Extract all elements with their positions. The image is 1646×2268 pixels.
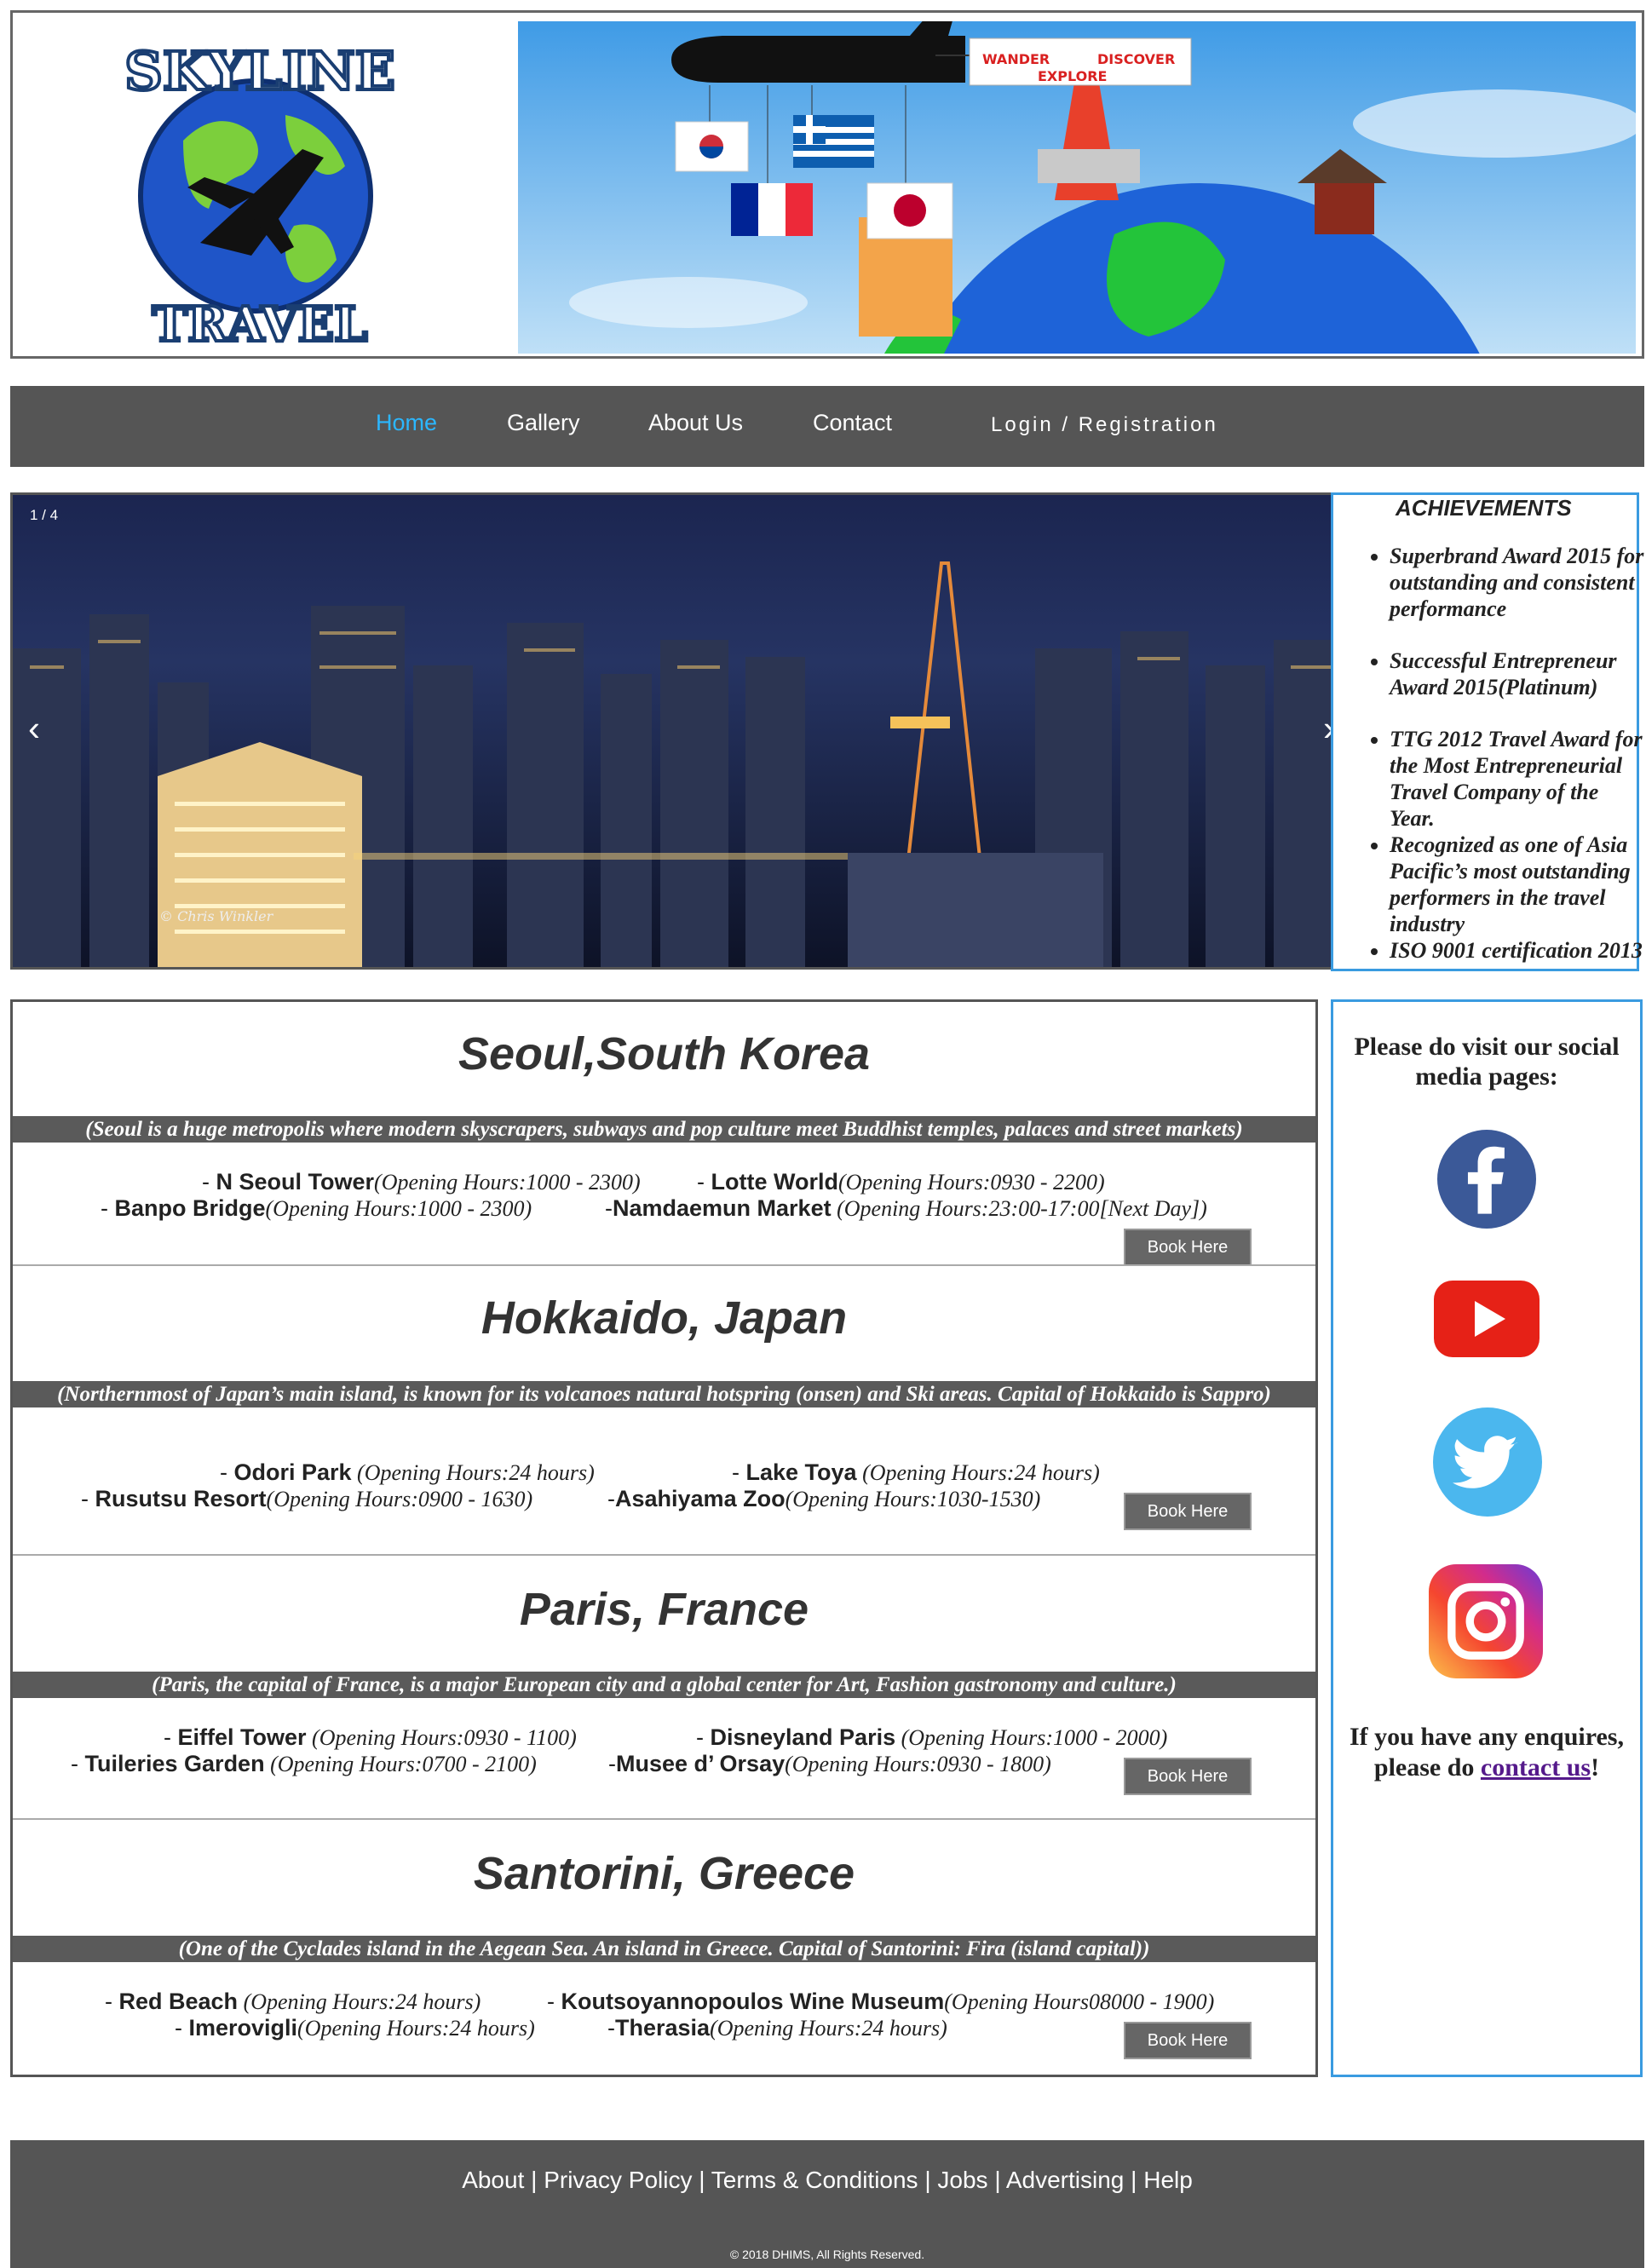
instagram-icon[interactable]	[1429, 1564, 1543, 1678]
footer-link-terms[interactable]: Terms & Conditions	[711, 2167, 918, 2193]
destination-description: (Paris, the capital of France, is a majo…	[13, 1672, 1315, 1698]
image-slider: © Chris Winkler 1 / 4 ‹ ›	[10, 492, 1365, 970]
footer-link-help[interactable]: Help	[1143, 2167, 1193, 2193]
banner-tag-discover: DISCOVER	[1097, 51, 1175, 67]
destinations-panel: Seoul,South Korea (Seoul is a huge metro…	[10, 999, 1318, 2077]
attraction-item: -Musee d’ Orsay(Opening Hours:0930 - 180…	[608, 1751, 1051, 1776]
site-footer: About | Privacy Policy | Terms & Conditi…	[10, 2140, 1644, 2268]
attraction-item: - Red Beach (Opening Hours:24 hours)	[105, 1989, 481, 2014]
book-here-button[interactable]: Book Here	[1124, 1229, 1252, 1266]
footer-links: About | Privacy Policy | Terms & Conditi…	[462, 2167, 1193, 2193]
footer-link-about[interactable]: About	[462, 2167, 524, 2193]
site-header: SKYLINE TRAVEL WANDER DISCOVER EXPLORE	[10, 10, 1644, 359]
nav-gallery[interactable]: Gallery	[507, 410, 580, 436]
social-panel: Please do visit our social media pages: …	[1331, 999, 1643, 2077]
slider-prev-arrow[interactable]: ‹	[28, 708, 40, 749]
nav-contact[interactable]: Contact	[813, 410, 892, 436]
facebook-icon[interactable]	[1437, 1130, 1536, 1229]
photo-credit: © Chris Winkler	[159, 908, 274, 924]
slide-counter: 1 / 4	[30, 507, 59, 523]
attraction-item: -Namdaemun Market (Opening Hours:23:00-1…	[605, 1195, 1207, 1221]
achievement-item: ISO 9001 certification 2013	[1390, 937, 1645, 964]
twitter-icon[interactable]	[1433, 1407, 1542, 1517]
achievements-title: ACHIEVEMENTS	[1396, 495, 1572, 521]
attraction-item: - Imerovigli(Opening Hours:24 hours)	[175, 2015, 535, 2041]
attraction-item: - Koutsoyannopoulos Wine Museum(Opening …	[547, 1989, 1215, 2014]
footer-link-jobs[interactable]: Jobs	[937, 2167, 987, 2193]
destination-title: Hokkaido, Japan	[481, 1292, 848, 1344]
achievements-panel: ACHIEVEMENTS Superbrand Award 2015 for o…	[1331, 492, 1643, 971]
attraction-item: - Tuileries Garden (Opening Hours:0700 -…	[71, 1751, 537, 1776]
destination-description: (Northernmost of Japan’s main island, is…	[13, 1381, 1315, 1407]
enquiry-text: If you have any enquires, please do cont…	[1349, 1723, 1624, 1782]
attraction-item: - Disneyland Paris (Opening Hours:1000 -…	[696, 1724, 1168, 1750]
nav-login-registration[interactable]: Login / Registration	[991, 413, 1218, 437]
logo-text-top: SKYLINE	[124, 40, 395, 102]
destination-description: (One of the Cyclades island in the Aegea…	[13, 1936, 1315, 1962]
footer-link-privacy[interactable]: Privacy Policy	[544, 2167, 692, 2193]
main-nav: Home Gallery About Us Contact Login / Re…	[10, 386, 1644, 467]
destination-title: Paris, France	[519, 1584, 809, 1635]
footer-link-advertising[interactable]: Advertising	[1006, 2167, 1125, 2193]
attraction-item: - Lake Toya (Opening Hours:24 hours)	[732, 1459, 1100, 1485]
attraction-item: - Banpo Bridge(Opening Hours:1000 - 2300…	[101, 1195, 532, 1221]
header-banner: WANDER DISCOVER EXPLORE	[518, 21, 1636, 354]
achievement-item: TTG 2012 Travel Award for the Most Entre…	[1390, 726, 1645, 832]
contact-us-link[interactable]: contact us	[1481, 1753, 1591, 1782]
attraction-item: - Odori Park (Opening Hours:24 hours)	[220, 1459, 595, 1485]
destination-title: Santorini, Greece	[473, 1848, 855, 1899]
attraction-item: - Eiffel Tower (Opening Hours:0930 - 110…	[164, 1724, 577, 1750]
destination-description: (Seoul is a huge metropolis where modern…	[13, 1116, 1315, 1143]
achievements-list: Superbrand Award 2015 for outstanding an…	[1364, 543, 1645, 964]
achievement-item: Recognized as one of Asia Pacific’s most…	[1390, 832, 1645, 937]
banner-tag-wander: WANDER	[982, 51, 1050, 67]
nav-home[interactable]: Home	[376, 410, 437, 436]
section-divider	[13, 1818, 1315, 1820]
skyline-travel-logo[interactable]: SKYLINE TRAVEL	[81, 38, 439, 354]
youtube-icon[interactable]	[1434, 1281, 1540, 1357]
book-here-button[interactable]: Book Here	[1124, 2022, 1252, 2059]
section-divider	[13, 1264, 1315, 1266]
social-title: Please do visit our social media pages:	[1354, 1033, 1620, 1091]
attraction-item: -Asahiyama Zoo(Opening Hours:1030-1530)	[607, 1486, 1041, 1511]
achievement-item: Successful Entrepreneur Award 2015(Plati…	[1390, 648, 1645, 700]
achievement-item: Superbrand Award 2015 for outstanding an…	[1390, 543, 1645, 622]
attraction-item: - Rusutsu Resort(Opening Hours:0900 - 16…	[81, 1486, 533, 1511]
book-here-button[interactable]: Book Here	[1124, 1758, 1252, 1795]
book-here-button[interactable]: Book Here	[1124, 1493, 1252, 1530]
attraction-item: -Therasia(Opening Hours:24 hours)	[607, 2015, 947, 2041]
banner-tag-explore: EXPLORE	[1038, 68, 1107, 84]
logo-text-bottom: TRAVEL	[152, 296, 367, 353]
attraction-item: - Lotte World(Opening Hours:0930 - 2200)	[697, 1169, 1105, 1194]
copyright: © 2018 DHIMS, All Rights Reserved.	[729, 2248, 925, 2261]
destination-title: Seoul,South Korea	[458, 1028, 871, 1079]
attraction-item: - N Seoul Tower(Opening Hours:1000 - 230…	[202, 1169, 641, 1194]
city-night-photo: © Chris Winkler	[13, 495, 1362, 967]
section-divider	[13, 1554, 1315, 1556]
nav-about-us[interactable]: About Us	[648, 410, 743, 436]
